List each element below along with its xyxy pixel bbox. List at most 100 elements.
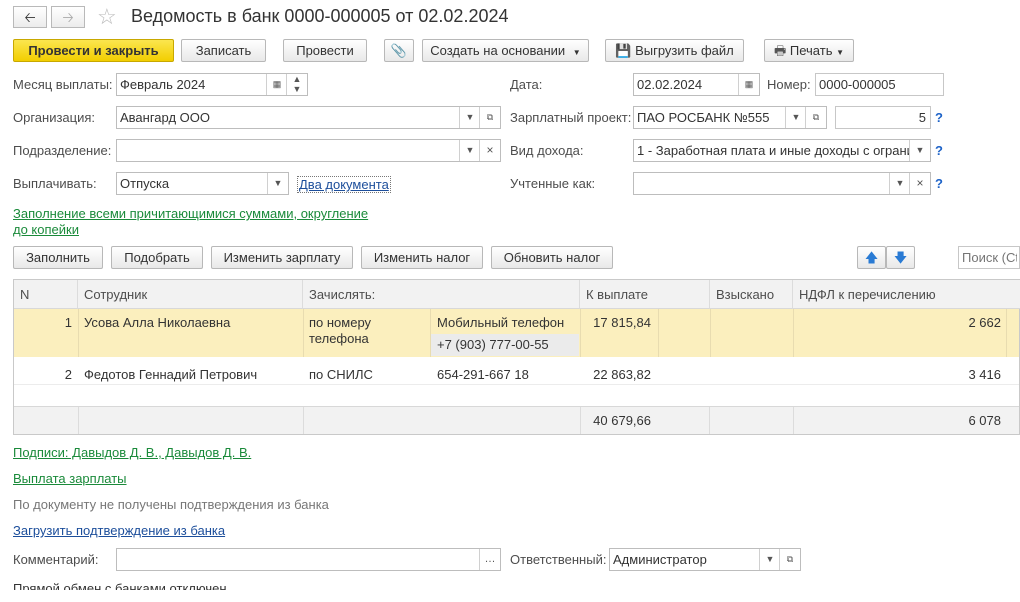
open-icon[interactable]: ⧉ — [779, 549, 800, 570]
chevron-down-icon[interactable]: ▼ — [459, 107, 480, 128]
column-header-employee[interactable]: Сотрудник — [78, 280, 303, 309]
column-header-pay[interactable]: К выплате — [580, 280, 710, 309]
payment-detail-snils: 654-291-667 18 — [437, 367, 529, 382]
salary-payment-link[interactable]: Выплата зарплаты — [13, 471, 127, 486]
payment-method: по СНИЛС — [309, 367, 373, 382]
clear-icon[interactable]: × — [909, 173, 930, 194]
update-tax-button[interactable]: Обновить налог — [491, 246, 613, 269]
chevron-down-icon[interactable]: ▼ — [267, 173, 288, 194]
more-icon[interactable]: … — [479, 549, 500, 570]
open-icon[interactable]: ⧉ — [805, 107, 826, 128]
star-icon[interactable]: ☆ — [97, 4, 117, 30]
move-up-button[interactable]: 🡅 — [857, 246, 886, 269]
print-button[interactable]: 🖶 Печать ▼ — [764, 39, 854, 62]
date-label: Дата: — [510, 77, 543, 92]
change-salary-button[interactable]: Изменить зарплату — [211, 246, 353, 269]
income-field[interactable]: 1 - Заработная плата и иные доходы с огр… — [633, 139, 931, 162]
project-label: Зарплатный проект: — [510, 110, 632, 125]
division-label: Подразделение: — [13, 143, 112, 158]
responsible-value: Администратор — [613, 552, 707, 567]
project-number-field[interactable]: 5 — [835, 106, 931, 129]
counted-field[interactable]: ▼ × — [633, 172, 931, 195]
help-icon[interactable]: ? — [935, 176, 943, 191]
employee-name: Усова Алла Николаевна — [84, 315, 231, 330]
attach-button[interactable]: 📎 — [384, 39, 414, 62]
fill-settings-link[interactable]: Заполнение всеми причитающимися суммами,… — [13, 206, 368, 238]
payment-method-line1: по номеру — [309, 315, 372, 330]
pick-button[interactable]: Подобрать — [111, 246, 203, 269]
phone-number[interactable]: +7 (903) 777-00-55 — [431, 334, 579, 356]
load-confirmation-link[interactable]: Загрузить подтверждение из банка — [13, 523, 225, 538]
chevron-down-icon[interactable]: ▼ — [459, 140, 480, 161]
upload-file-button[interactable]: 💾 Выгрузить файл — [605, 39, 744, 62]
chevron-down-icon[interactable]: ▼ — [785, 107, 806, 128]
income-value: 1 - Заработная плата и иные доходы с огр… — [637, 143, 914, 158]
comment-label: Комментарий: — [13, 552, 99, 567]
month-field[interactable]: Февраль 2024 ▦ ▲ ▼ — [116, 73, 308, 96]
upload-label: Выгрузить файл — [635, 43, 734, 58]
two-documents-link[interactable]: Два документа — [297, 176, 391, 193]
ndfl-amount: 3 416 — [968, 367, 1001, 382]
arrow-up-icon: 🡅 — [864, 250, 879, 265]
number-field[interactable]: 0000-000005 — [815, 73, 944, 96]
fill-button[interactable]: Заполнить — [13, 246, 103, 269]
chevron-down-icon[interactable]: ▼ — [759, 549, 780, 570]
responsible-field[interactable]: Администратор ▼ ⧉ — [609, 548, 801, 571]
counted-label: Учтенные как: — [510, 176, 596, 191]
project-value: ПАО РОСБАНК №555 — [637, 110, 770, 125]
save-button[interactable]: Записать — [181, 39, 266, 62]
change-tax-button[interactable]: Изменить налог — [361, 246, 483, 269]
date-value: 02.02.2024 — [637, 77, 703, 92]
pay-amount: 22 863,82 — [593, 367, 651, 382]
month-value: Февраль 2024 — [120, 77, 206, 92]
row-number: 1 — [64, 315, 72, 330]
payment-method: по номеру телефона — [309, 315, 371, 347]
arrow-right-icon: 🡢 — [62, 9, 74, 25]
calendar-icon[interactable]: ▦ — [266, 74, 287, 95]
fill-settings-line2: до копейки — [13, 222, 79, 237]
spin-icon[interactable]: ▲ ▼ — [286, 74, 307, 95]
pay-amount: 17 815,84 — [593, 315, 651, 330]
calendar-icon[interactable]: ▦ — [738, 74, 759, 95]
move-down-button[interactable]: 🡇 — [886, 246, 915, 269]
arrow-down-icon: 🡇 — [893, 250, 908, 265]
chevron-down-icon[interactable]: ▼ — [889, 173, 910, 194]
column-header-n[interactable]: N — [14, 280, 78, 309]
column-header-ndfl[interactable]: НДФЛ к перечислению — [793, 280, 1020, 309]
row-number: 2 — [64, 367, 72, 382]
open-icon[interactable]: ⧉ — [479, 107, 500, 128]
arrow-left-icon: 🡠 — [24, 9, 36, 25]
month-label: Месяц выплаты: — [13, 77, 113, 92]
help-icon[interactable]: ? — [935, 110, 943, 125]
clear-icon[interactable]: × — [479, 140, 500, 161]
post-and-close-button[interactable]: Провести и закрыть — [13, 39, 174, 62]
column-header-method[interactable]: Зачислять: — [303, 280, 580, 309]
search-input[interactable] — [958, 246, 1020, 269]
division-field[interactable]: ▼ × — [116, 139, 501, 162]
back-button[interactable]: 🡠 — [13, 6, 47, 28]
payment-detail-type: Мобильный телефон — [437, 315, 565, 330]
ndfl-amount: 2 662 — [968, 315, 1001, 330]
help-icon[interactable]: ? — [935, 143, 943, 158]
signatures-link[interactable]: Подписи: Давыдов Д. В., Давыдов Д. В. — [13, 445, 251, 460]
total-pay: 40 679,66 — [593, 413, 651, 428]
forward-button[interactable]: 🡢 — [51, 6, 85, 28]
total-ndfl: 6 078 — [968, 413, 1001, 428]
income-label: Вид дохода: — [510, 143, 584, 158]
post-button[interactable]: Провести — [283, 39, 367, 62]
project-field[interactable]: ПАО РОСБАНК №555 ▼ ⧉ — [633, 106, 827, 129]
pay-label: Выплачивать: — [13, 176, 97, 191]
pay-field[interactable]: Отпуска ▼ — [116, 172, 289, 195]
number-label: Номер: — [767, 77, 811, 92]
create-based-label: Создать на основании — [430, 43, 566, 58]
comment-field[interactable]: … — [116, 548, 501, 571]
chevron-down-icon[interactable]: ▼ — [909, 140, 930, 161]
create-based-button[interactable]: Создать на основании ▼ — [422, 39, 589, 62]
organization-label: Организация: — [13, 110, 96, 125]
responsible-label: Ответственный: — [510, 552, 607, 567]
organization-field[interactable]: Авангард ООО ▼ ⧉ — [116, 106, 501, 129]
date-field[interactable]: 02.02.2024 ▦ — [633, 73, 760, 96]
paperclip-icon: 📎 — [390, 43, 408, 58]
column-header-collected[interactable]: Взыскано — [710, 280, 793, 309]
no-confirmation-text: По документу не получены подтверждения и… — [13, 497, 329, 512]
